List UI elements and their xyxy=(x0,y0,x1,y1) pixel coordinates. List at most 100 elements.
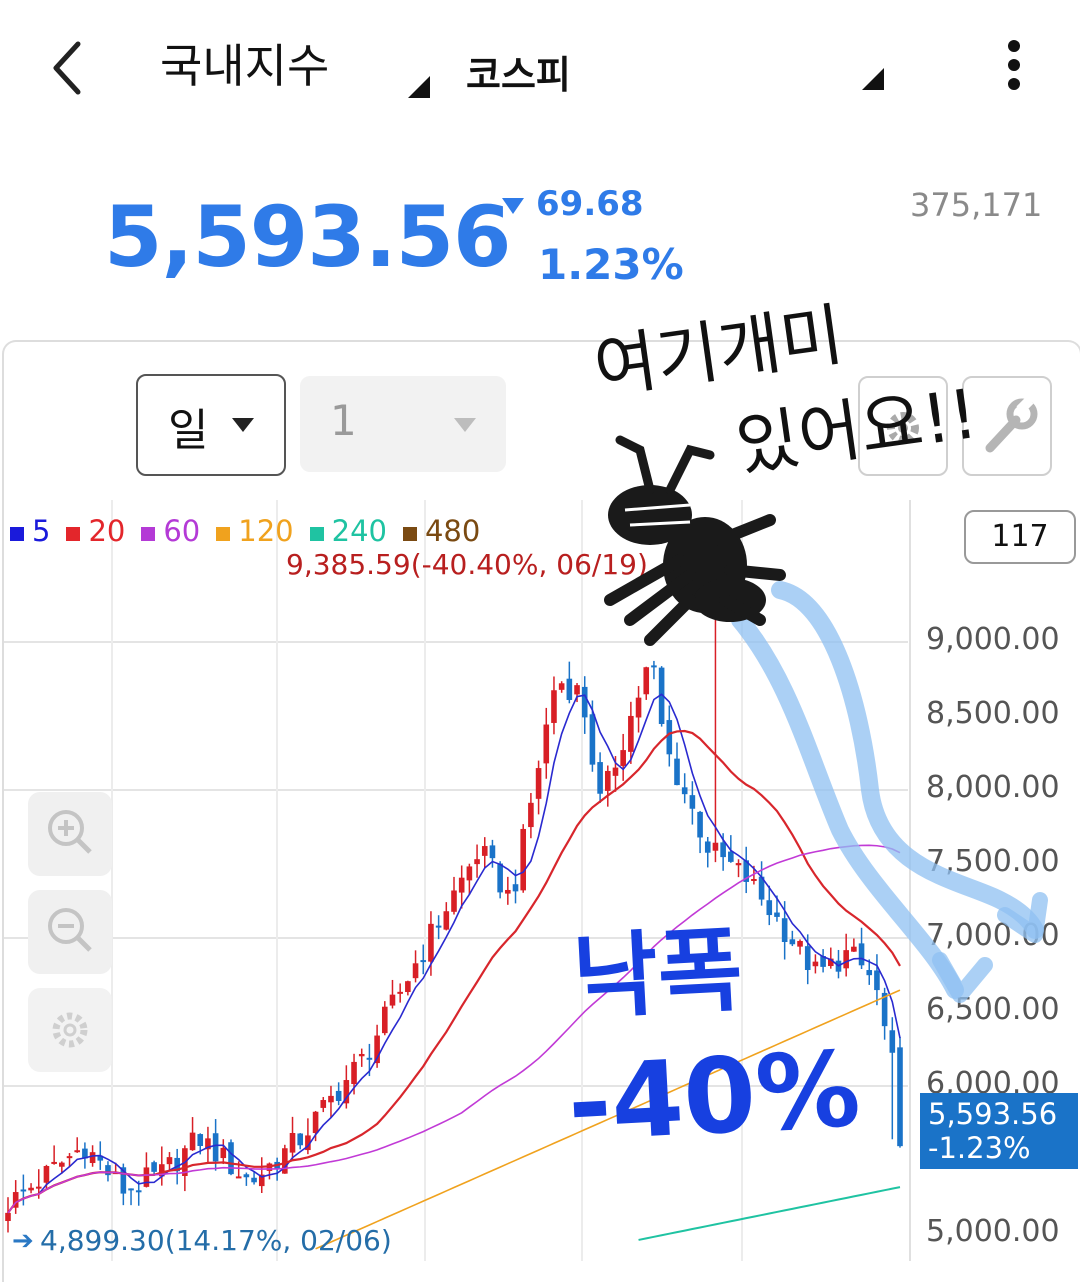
candle-body xyxy=(89,1152,96,1164)
candle-body xyxy=(20,1189,27,1192)
candle-body xyxy=(866,970,873,976)
candle-body xyxy=(443,911,450,930)
ma-240-line xyxy=(638,1186,901,1241)
candle-body xyxy=(774,912,780,917)
zoom-in-button[interactable] xyxy=(28,792,112,876)
back-button[interactable] xyxy=(44,38,94,98)
candle-body xyxy=(297,1133,304,1146)
gear-icon xyxy=(887,412,919,444)
chart-options-button[interactable] xyxy=(28,988,112,1072)
legend-label: 240 xyxy=(331,514,387,548)
candle-body xyxy=(612,767,619,776)
candle-body xyxy=(405,981,411,993)
candle-body xyxy=(128,1188,134,1191)
market-selector[interactable]: 코스피 xyxy=(466,44,571,99)
visible-count-badge[interactable]: 117 xyxy=(964,510,1076,564)
candle-body xyxy=(781,918,788,943)
candle-body xyxy=(520,828,527,891)
y-tick-label: 7,500.00 xyxy=(926,844,1060,879)
candle-body xyxy=(166,1157,173,1165)
interval-selector[interactable]: 1 xyxy=(300,376,506,472)
candlestick-chart[interactable] xyxy=(0,500,1080,1261)
candle-body xyxy=(720,842,726,858)
candle-body xyxy=(66,1156,73,1159)
legend-swatch xyxy=(402,527,417,541)
candle-body xyxy=(551,690,557,723)
zoom-out-icon xyxy=(48,908,92,952)
candle-body xyxy=(135,1190,142,1193)
candle-body xyxy=(581,686,588,718)
candle-body xyxy=(397,991,403,994)
candle-body xyxy=(689,795,696,809)
zoom-out-button[interactable] xyxy=(28,890,112,974)
period-selector[interactable]: 일 xyxy=(136,374,286,476)
candle-body xyxy=(320,1100,327,1108)
period-dropdown-icon xyxy=(232,418,254,432)
candle-body xyxy=(59,1162,65,1167)
candle-body xyxy=(620,750,626,766)
gear-icon xyxy=(52,1012,88,1048)
y-tick-label: 8,000.00 xyxy=(926,770,1060,805)
candle-body xyxy=(235,1176,242,1179)
candle-body xyxy=(51,1161,57,1164)
candle-body xyxy=(335,1090,342,1101)
legend-label: 60 xyxy=(163,514,201,548)
wrench-icon xyxy=(985,396,1038,453)
chevron-left-icon xyxy=(53,41,81,95)
ma-legend: 5 20 60 120 240 480 xyxy=(8,514,494,548)
candle-body xyxy=(381,1006,388,1034)
candle-body xyxy=(674,758,680,786)
candle-body xyxy=(28,1187,34,1191)
y-tick-label: 7,000.00 xyxy=(926,918,1060,953)
candle-body xyxy=(712,842,719,851)
current-price: 5,593.56 xyxy=(104,188,512,286)
candle-body xyxy=(797,940,803,947)
legend-label: 120 xyxy=(238,514,294,548)
candle-body xyxy=(543,724,550,764)
y-tick-label: 5,000.00 xyxy=(926,1214,1060,1249)
candle-body xyxy=(458,877,465,893)
candle-body xyxy=(74,1150,81,1153)
candle-body xyxy=(604,770,611,791)
legend-swatch xyxy=(309,527,324,541)
volume: 375,171 xyxy=(910,186,1043,224)
down-triangle-icon xyxy=(502,198,524,214)
candle-body xyxy=(243,1174,250,1178)
change-value: 69.68 xyxy=(536,184,644,224)
candle-body xyxy=(558,683,565,690)
index-category-title[interactable]: 국내지수 xyxy=(160,30,329,96)
candle-body xyxy=(766,900,773,916)
candle-body xyxy=(351,1061,357,1085)
legend-swatch xyxy=(66,527,81,541)
candle-body xyxy=(474,859,480,865)
high-annotation: 9,385.59(-40.40%, 06/19) xyxy=(286,548,648,581)
legend-label: 20 xyxy=(88,514,126,548)
candle-body xyxy=(751,878,757,881)
ma-5-line xyxy=(7,693,901,1214)
candle-body xyxy=(704,841,711,853)
candle-body xyxy=(566,678,573,700)
candle-body xyxy=(497,863,503,893)
drawing-tools-button[interactable] xyxy=(962,376,1052,476)
category-dropdown-icon[interactable] xyxy=(408,76,430,98)
legend-label: 5 xyxy=(32,514,51,548)
market-dropdown-icon[interactable] xyxy=(862,68,884,90)
app-header: 국내지수 코스피 xyxy=(0,0,1080,130)
candle-body xyxy=(143,1167,150,1187)
zoom-in-icon xyxy=(48,810,92,854)
candle-body xyxy=(212,1133,219,1162)
candle-body xyxy=(843,950,849,969)
candle-body xyxy=(197,1134,204,1146)
candle-body xyxy=(489,845,496,859)
chart-settings-button[interactable] xyxy=(858,376,948,476)
candle-body xyxy=(858,943,865,966)
candle-body xyxy=(151,1162,157,1172)
low-annotation: 4,899.30(14.17%, 02/06) xyxy=(40,1224,392,1257)
candle-body xyxy=(589,714,596,765)
candle-body xyxy=(635,697,642,718)
candle-body xyxy=(643,667,650,695)
more-button[interactable] xyxy=(996,40,1032,100)
legend-swatch xyxy=(216,527,231,541)
candle-body xyxy=(366,1057,373,1060)
candle-body xyxy=(451,890,457,912)
